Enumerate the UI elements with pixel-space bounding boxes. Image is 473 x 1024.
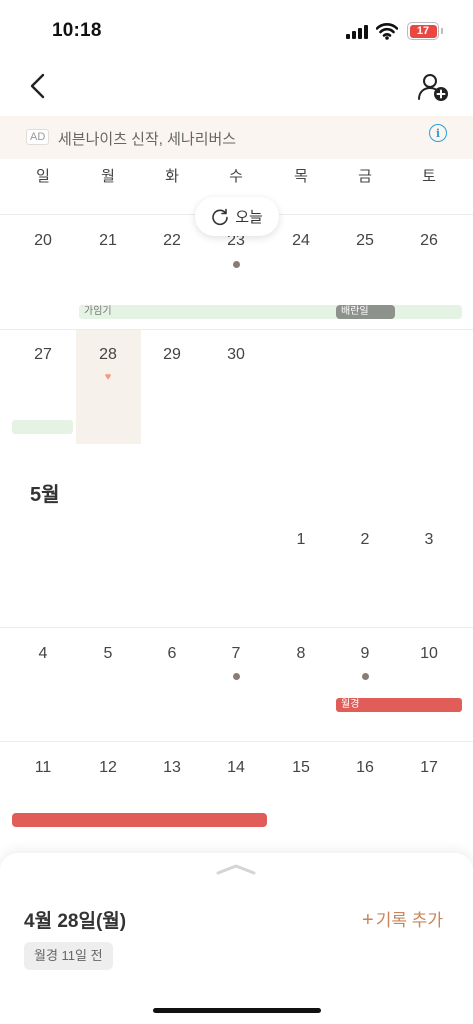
day-cell[interactable]: 22 [152, 232, 192, 250]
battery-level: 17 [409, 24, 437, 38]
day-cell[interactable]: 4 [23, 645, 63, 663]
day-cell[interactable]: 8 [281, 645, 321, 663]
plus-icon: + [362, 909, 374, 931]
fertile-window-bar[interactable]: 가임기 [79, 305, 462, 319]
day-cell[interactable]: 15 [281, 759, 321, 777]
add-record-button[interactable]: + 기록 추가 [362, 906, 443, 932]
home-indicator[interactable] [153, 1008, 321, 1013]
ad-banner[interactable]: AD 세븐나이츠 신작, 세나리버스 [0, 116, 473, 159]
day-cell[interactable]: 11 [23, 759, 63, 777]
day-cell[interactable]: 30 [216, 346, 256, 364]
day-cell[interactable]: 27 [23, 346, 63, 364]
weekday-tue: 화 [165, 168, 179, 185]
period-bar[interactable]: 월경 [336, 698, 462, 712]
today-button[interactable]: 오늘 [195, 197, 279, 236]
day-cell[interactable]: 1 [281, 531, 321, 549]
add-record-label: 기록 추가 [375, 911, 443, 930]
day-cell[interactable]: 16 [345, 759, 385, 777]
today-label: 오늘 [235, 209, 263, 226]
day-cell[interactable]: 24 [281, 232, 321, 250]
weekday-fri: 금 [358, 168, 372, 185]
month-title: 5월 [30, 484, 60, 506]
day-cell[interactable]: 5 [88, 645, 128, 663]
row-divider [0, 329, 473, 330]
bottom-sheet[interactable] [0, 853, 473, 1024]
weekday-sun: 일 [36, 168, 50, 185]
day-cell[interactable]: 21 [88, 232, 128, 250]
period-countdown-badge: 월경 11일 전 [24, 942, 113, 970]
period-bar[interactable] [12, 813, 267, 827]
status-time: 10:18 [52, 20, 102, 41]
weekday-mon: 월 [101, 168, 115, 185]
row-divider [0, 741, 473, 742]
refresh-icon [212, 208, 228, 225]
chevron-up-icon[interactable] [216, 862, 256, 876]
day-cell[interactable]: 10 [409, 645, 449, 663]
fertile-window-bar[interactable] [12, 420, 73, 434]
day-cell[interactable]: 17 [409, 759, 449, 777]
record-dot [233, 261, 240, 268]
day-cell[interactable]: 9 [345, 645, 385, 663]
day-cell[interactable]: 6 [152, 645, 192, 663]
ad-text: 세븐나이츠 신작, 세나리버스 [58, 131, 237, 148]
day-cell[interactable]: 3 [409, 531, 449, 549]
day-cell[interactable]: 13 [152, 759, 192, 777]
signal-icon [346, 25, 370, 39]
row-divider [0, 627, 473, 628]
weekday-sat: 토 [422, 168, 436, 185]
heart-icon: ♥ [104, 371, 112, 383]
day-cell[interactable]: 25 [345, 232, 385, 250]
weekday-wed: 수 [229, 168, 243, 185]
day-cell[interactable]: 7 [216, 645, 256, 663]
record-dot [362, 673, 369, 680]
wifi-icon [376, 23, 398, 40]
selected-date: 4월 28일(월) [24, 911, 127, 932]
day-cell-selected[interactable]: 28 [88, 346, 128, 364]
ovulation-day-bar[interactable]: 배란일 [336, 305, 395, 319]
battery-cap [441, 28, 443, 34]
day-cell[interactable]: 20 [23, 232, 63, 250]
day-cell[interactable]: 2 [345, 531, 385, 549]
day-cell[interactable]: 14 [216, 759, 256, 777]
ad-tag: AD [26, 129, 50, 145]
add-user-icon[interactable] [416, 72, 450, 102]
info-icon[interactable]: i [429, 124, 447, 142]
day-cell[interactable]: 29 [152, 346, 192, 364]
back-icon[interactable] [26, 72, 50, 100]
battery-icon: 17 [407, 22, 439, 40]
record-dot [233, 673, 240, 680]
day-cell[interactable]: 12 [88, 759, 128, 777]
weekday-thu: 목 [294, 168, 308, 185]
day-cell[interactable]: 26 [409, 232, 449, 250]
